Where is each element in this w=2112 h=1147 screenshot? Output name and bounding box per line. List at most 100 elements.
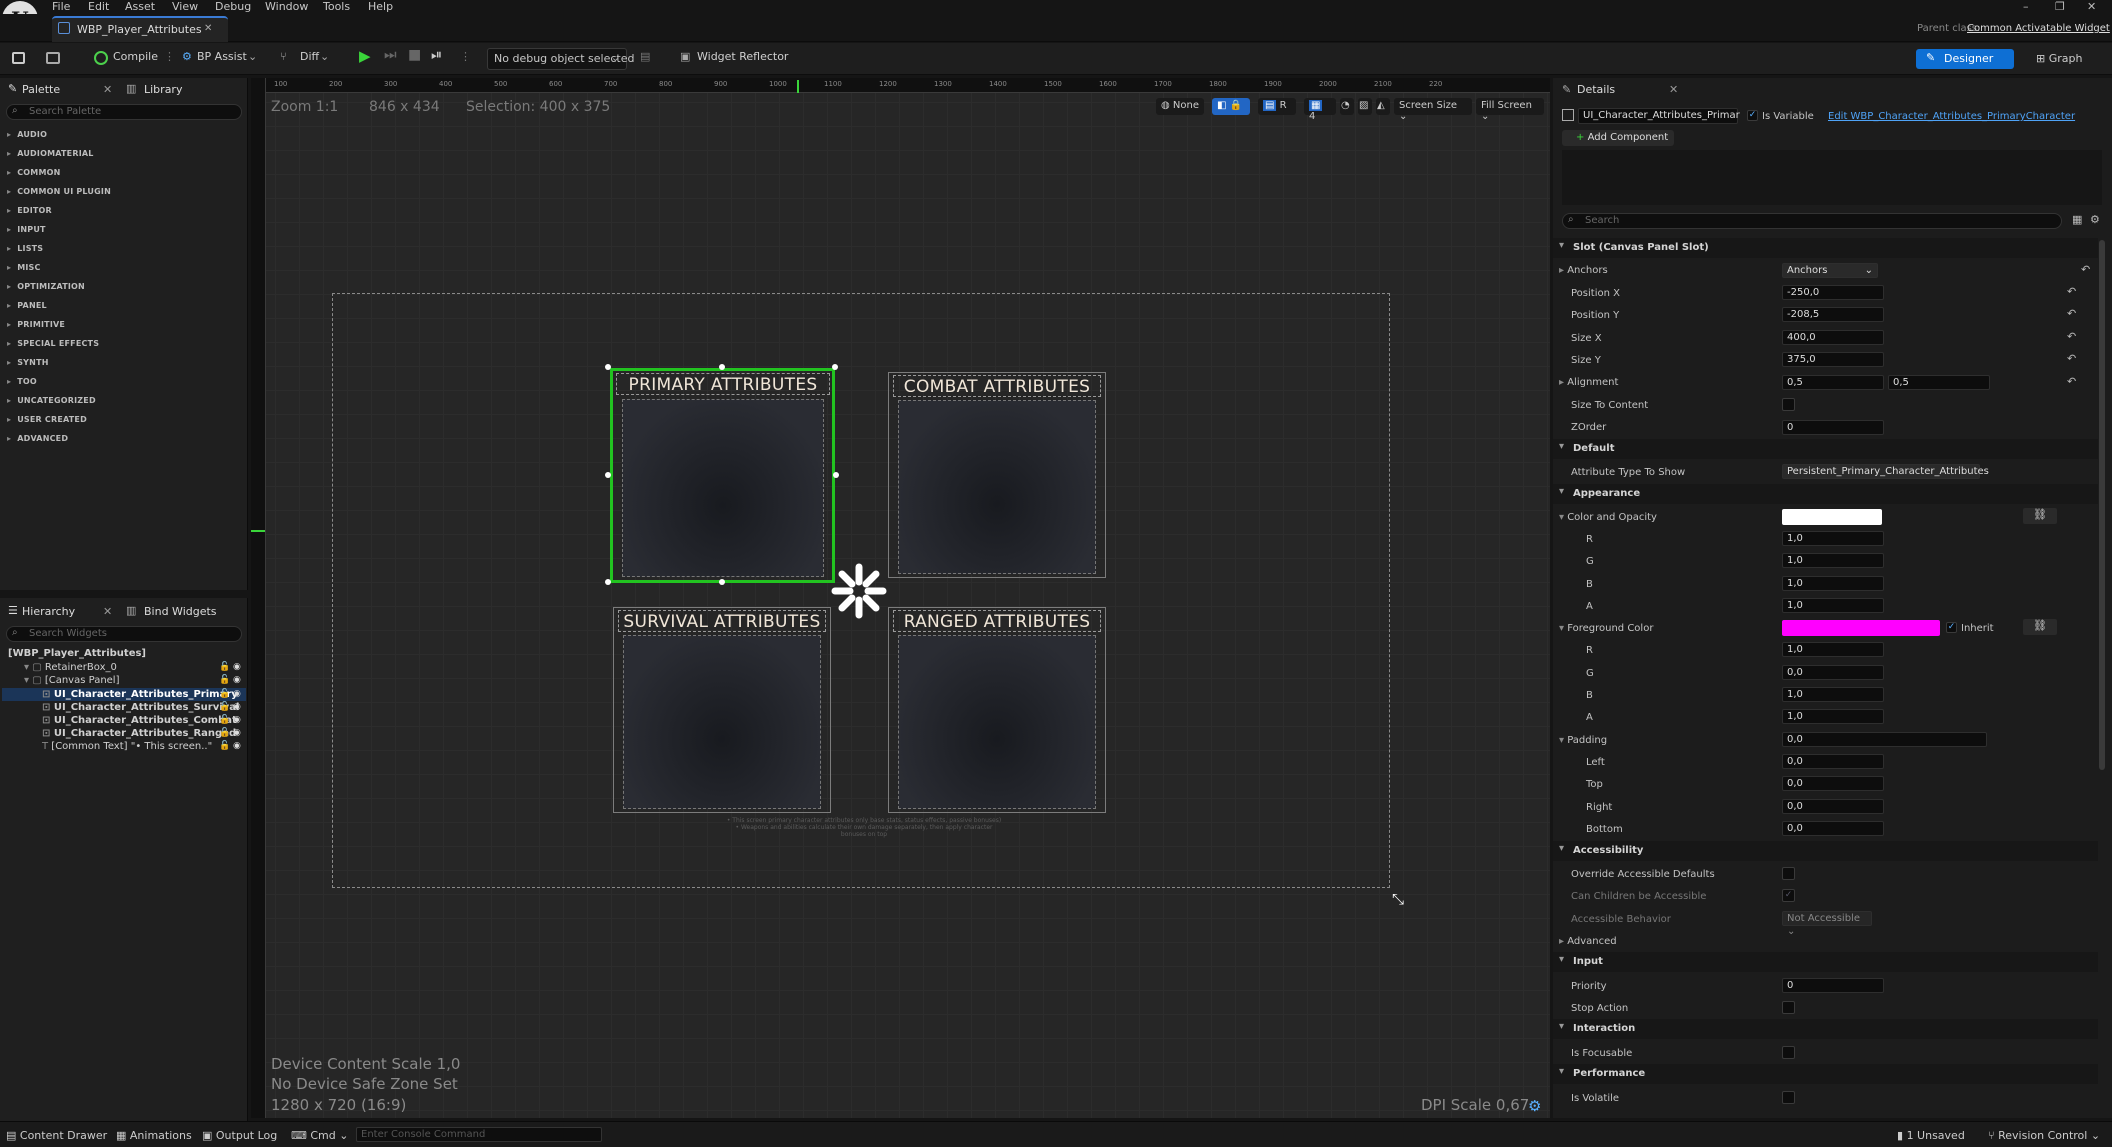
close-hierarchy-icon[interactable]: ✕ [103, 605, 112, 618]
save-icon[interactable] [12, 52, 25, 64]
diff-icon[interactable]: ⑂ [280, 50, 287, 63]
bind-widgets-tab[interactable]: Bind Widgets [144, 605, 217, 618]
hierarchy-row-ranged[interactable]: ⊡ UI_Character_Attributes_Ranged [42, 728, 236, 739]
lock-icon[interactable]: 🔓 [219, 715, 230, 725]
attribute-type-dropdown[interactable]: Persistent_Primary_Character_Attributes⌄ [1782, 464, 1989, 490]
minimize-icon[interactable]: – [2023, 0, 2029, 13]
reset-size-y-icon[interactable]: ↶ [2067, 352, 2076, 365]
anchors-dropdown[interactable]: Anchors ⌄ [1782, 263, 1878, 278]
slot-section-header[interactable]: Slot (Canvas Panel Slot) [1553, 238, 2098, 258]
hierarchy-row-canvas[interactable]: ▾ ▢ [Canvas Panel] [24, 675, 120, 686]
widget-reflector-button[interactable]: Widget Reflector [697, 50, 788, 63]
dpi-settings-gear-icon[interactable]: ⚙ [1528, 1097, 1541, 1115]
palette-category-too[interactable]: TOO [7, 377, 37, 386]
resize-handle-r[interactable] [833, 472, 839, 478]
visibility-eye-icon[interactable]: ◉ [233, 702, 241, 712]
color-link-icon[interactable]: ⛓ [2023, 619, 2057, 635]
menu-tools[interactable]: Tools [323, 0, 350, 13]
palette-category-panel[interactable]: PANEL [7, 301, 47, 310]
visibility-eye-icon[interactable]: ◉ [233, 715, 241, 725]
palette-category-common-ui-plugin[interactable]: COMMON UI PLUGIN [7, 187, 111, 196]
cmd-select[interactable]: ⌨ Cmd ⌄ [291, 1129, 348, 1142]
library-tab[interactable]: Library [144, 83, 182, 96]
content-drawer-button[interactable]: ▤ Content Drawer [6, 1129, 107, 1142]
advanced-expander[interactable]: ▸ Advanced [1559, 936, 1617, 947]
foreground-a-field[interactable]: 1,0 [1782, 709, 1884, 724]
palette-category-misc[interactable]: MISC [7, 263, 41, 272]
position-x-field[interactable]: -250,0 [1782, 285, 1884, 300]
play-options-icon[interactable]: ⏯ [431, 47, 442, 63]
lock-icon[interactable]: 🔓 [219, 702, 230, 712]
details-tab[interactable]: Details [1577, 83, 1615, 96]
grid-snap-toggle[interactable]: ▦ 4 [1304, 98, 1336, 122]
table-view-icon[interactable]: ▦ [2072, 213, 2082, 226]
visibility-eye-icon[interactable]: ◉ [233, 689, 241, 699]
is-variable-checkbox[interactable]: ✓ [1747, 110, 1758, 121]
size-x-field[interactable]: 400,0 [1782, 330, 1884, 345]
interaction-section-header[interactable]: Interaction [1553, 1019, 2098, 1039]
graph-mode-button[interactable]: ⊞ Graph [2036, 52, 2082, 65]
document-tab[interactable]: WBP_Player_Attributes ✕ [52, 16, 228, 42]
anchor-medallion-icon[interactable] [830, 562, 888, 620]
bp-assist-icon[interactable]: ⚙ [182, 50, 192, 63]
play-icon[interactable]: ▶ [359, 47, 371, 65]
padding-top-field[interactable]: 0,0 [1782, 776, 1884, 791]
palette-category-audiomaterial[interactable]: AUDIOMATERIAL [7, 149, 94, 158]
alignment-label[interactable]: ▸ Alignment [1559, 377, 1618, 388]
edit-blueprint-link[interactable]: Edit WBP_Character_Attributes_PrimaryCha… [1828, 111, 2075, 122]
menu-asset[interactable]: Asset [125, 0, 155, 13]
widget-reflector-icon[interactable]: ▣ [680, 50, 690, 63]
reset-alignment-icon[interactable]: ↶ [2067, 375, 2076, 388]
browse-icon[interactable] [46, 52, 60, 64]
padding-label[interactable]: ▾ Padding [1559, 735, 1607, 746]
stop-icon[interactable]: ■ [408, 47, 421, 63]
menu-window[interactable]: Window [265, 0, 308, 13]
children-accessible-checkbox[interactable]: ✓ [1782, 889, 1795, 902]
anchors-label[interactable]: ▸ Anchors [1559, 265, 1608, 276]
primary-attributes-widget[interactable]: PRIMARY ATTRIBUTES [610, 368, 835, 583]
more-play-icon[interactable]: ⋮ [460, 50, 471, 63]
override-accessible-checkbox[interactable] [1782, 867, 1795, 880]
debug-filter-icon[interactable]: ▤ [640, 50, 650, 63]
close-window-icon[interactable]: ✕ [2087, 0, 2096, 13]
fill-screen-select[interactable]: Fill Screen ⌄ [1476, 98, 1544, 122]
is-focusable-checkbox[interactable] [1782, 1046, 1795, 1059]
hierarchy-tab[interactable]: Hierarchy [22, 605, 75, 618]
foreground-r-field[interactable]: 1,0 [1782, 642, 1884, 657]
add-component-button[interactable]: + Add Component [1562, 130, 1674, 146]
restore-icon[interactable]: ❐ [2055, 0, 2065, 13]
menu-file[interactable]: File [52, 0, 70, 13]
ranged-attributes-widget[interactable]: RANGED ATTRIBUTES [888, 607, 1106, 813]
step-icon[interactable]: ⏭ [384, 47, 397, 63]
settings-gear-icon[interactable]: ⚙ [2090, 213, 2100, 226]
padding-right-field[interactable]: 0,0 [1782, 799, 1884, 814]
palette-category-editor[interactable]: EDITOR [7, 206, 52, 215]
hierarchy-root[interactable]: [WBP_Player_Attributes] [8, 648, 146, 659]
size-y-field[interactable]: 375,0 [1782, 352, 1884, 367]
close-tab-icon[interactable]: ✕ [204, 23, 212, 34]
menu-view[interactable]: View [172, 0, 198, 13]
accessible-behavior-dropdown[interactable]: Not Accessible ⌄ [1782, 911, 1872, 937]
reset-position-y-icon[interactable]: ↶ [2067, 307, 2076, 320]
lock-icon[interactable]: 🔓 [219, 689, 230, 699]
chevron-down-icon[interactable]: ⌄ [248, 50, 257, 63]
palette-category-lists[interactable]: LISTS [7, 244, 43, 253]
palette-category-optimization[interactable]: OPTIMIZATION [7, 282, 85, 291]
menu-debug[interactable]: Debug [215, 0, 251, 13]
bp-assist-button[interactable]: BP Assist [197, 50, 247, 63]
default-section-header[interactable]: Default [1553, 439, 2098, 459]
palette-search-input[interactable]: Search Palette [6, 104, 242, 120]
color-r-field[interactable]: 1,0 [1782, 531, 1884, 546]
image-icon[interactable]: ▨ [1358, 98, 1372, 115]
diff-button[interactable]: Diff [300, 50, 319, 63]
hierarchy-row-survival[interactable]: ⊡ UI_Character_Attributes_Survival [42, 702, 239, 713]
appearance-section-header[interactable]: Appearance [1553, 484, 2098, 504]
color-b-field[interactable]: 1,0 [1782, 576, 1884, 591]
padding-left-field[interactable]: 0,0 [1782, 754, 1884, 769]
performance-section-header[interactable]: Performance [1553, 1064, 2098, 1084]
alignment-y-field[interactable]: 0,5 [1888, 375, 1990, 390]
padding-bottom-field[interactable]: 0,0 [1782, 821, 1884, 836]
color-opacity-label[interactable]: ▾ Color and Opacity [1559, 512, 1657, 523]
combat-attributes-widget[interactable]: COMBAT ATTRIBUTES [888, 372, 1106, 578]
close-palette-icon[interactable]: ✕ [103, 83, 112, 96]
